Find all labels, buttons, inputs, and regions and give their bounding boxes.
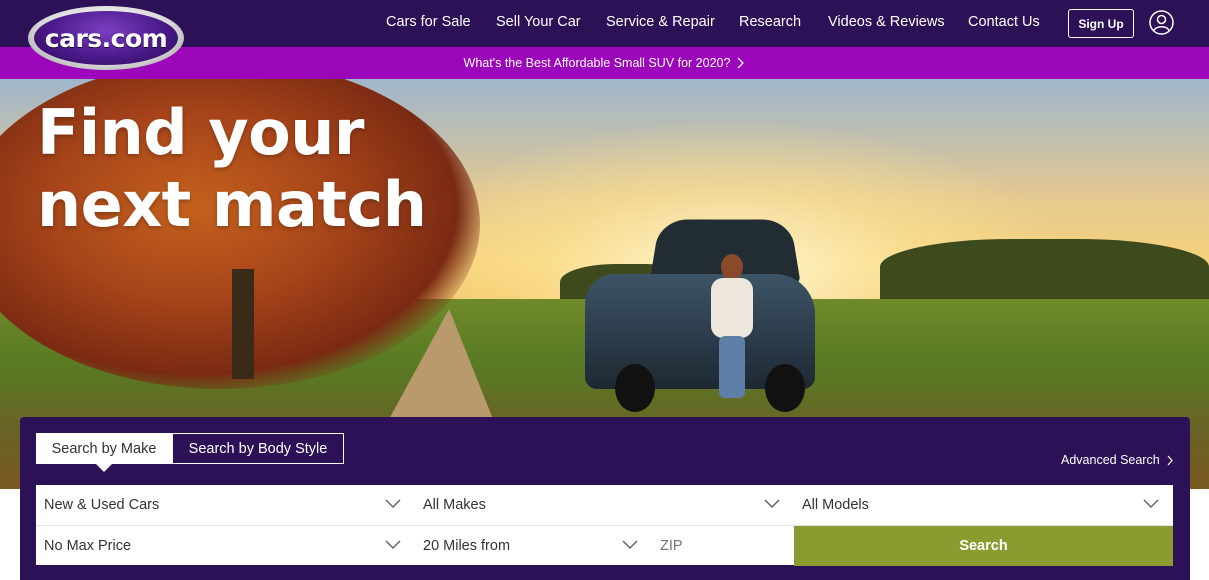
search-row-1: New & Used Cars All Makes All Models xyxy=(36,485,1173,525)
search-row-2: No Max Price 20 Miles from Search xyxy=(36,525,1173,566)
make-select[interactable]: All Makes xyxy=(415,485,794,525)
max-price-value: No Max Price xyxy=(44,538,132,554)
search-button[interactable]: Search xyxy=(794,526,1173,566)
max-price-select[interactable]: No Max Price xyxy=(36,526,415,566)
advanced-search-link[interactable]: Advanced Search xyxy=(1061,453,1174,467)
nav-item-research[interactable]: Research xyxy=(739,14,801,30)
person-legs xyxy=(719,336,745,398)
chevron-down-icon xyxy=(385,499,401,509)
tree-trunk xyxy=(232,269,254,379)
chevron-down-icon xyxy=(385,540,401,550)
logo-text: cars.com xyxy=(44,23,168,53)
advanced-search-label: Advanced Search xyxy=(1061,453,1160,467)
person-head xyxy=(721,254,743,280)
tab-search-by-body-style[interactable]: Search by Body Style xyxy=(172,433,344,464)
nav-item-sell-your-car[interactable]: Sell Your Car xyxy=(496,14,581,30)
person-torso xyxy=(711,278,753,338)
hero-title-line-2: next match xyxy=(37,168,427,241)
nav-item-cars-for-sale[interactable]: Cars for Sale xyxy=(386,14,471,30)
site-header: cars.com Cars for Sale Sell Your Car Ser… xyxy=(0,0,1209,70)
stock-type-value: New & Used Cars xyxy=(44,497,160,513)
search-panel: Search by Make Search by Body Style Adva… xyxy=(20,417,1190,580)
make-value: All Makes xyxy=(423,497,486,513)
nav-item-contact-us[interactable]: Contact Us xyxy=(968,14,1040,30)
nav-item-service-repair[interactable]: Service & Repair xyxy=(606,14,715,30)
person-sitting xyxy=(707,254,757,404)
hero-title: Find your next match xyxy=(37,96,427,241)
zip-input[interactable] xyxy=(652,526,794,566)
user-icon[interactable] xyxy=(1149,10,1174,35)
promo-text: What's the Best Affordable Small SUV for… xyxy=(463,56,731,70)
model-value: All Models xyxy=(802,497,869,513)
distance-value: 20 Miles from xyxy=(423,538,511,554)
distance-select[interactable]: 20 Miles from xyxy=(415,526,652,566)
nav-item-videos-reviews[interactable]: Videos & Reviews xyxy=(828,14,945,30)
car-wheel xyxy=(615,364,655,412)
hero-title-line-1: Find your xyxy=(37,96,364,169)
car-wheel xyxy=(765,364,805,412)
chevron-right-icon xyxy=(737,57,745,69)
sign-up-button[interactable]: Sign Up xyxy=(1068,9,1134,38)
chevron-down-icon xyxy=(1143,499,1159,509)
tab-search-by-make[interactable]: Search by Make xyxy=(36,433,172,472)
stock-type-select[interactable]: New & Used Cars xyxy=(36,485,415,525)
logo-badge: cars.com xyxy=(34,11,178,65)
cars-com-logo[interactable]: cars.com xyxy=(28,6,184,70)
chevron-down-icon xyxy=(622,540,638,550)
model-select[interactable]: All Models xyxy=(794,485,1173,525)
chevron-down-icon xyxy=(764,499,780,509)
suv-car xyxy=(585,214,815,414)
chevron-right-icon xyxy=(1167,455,1173,465)
